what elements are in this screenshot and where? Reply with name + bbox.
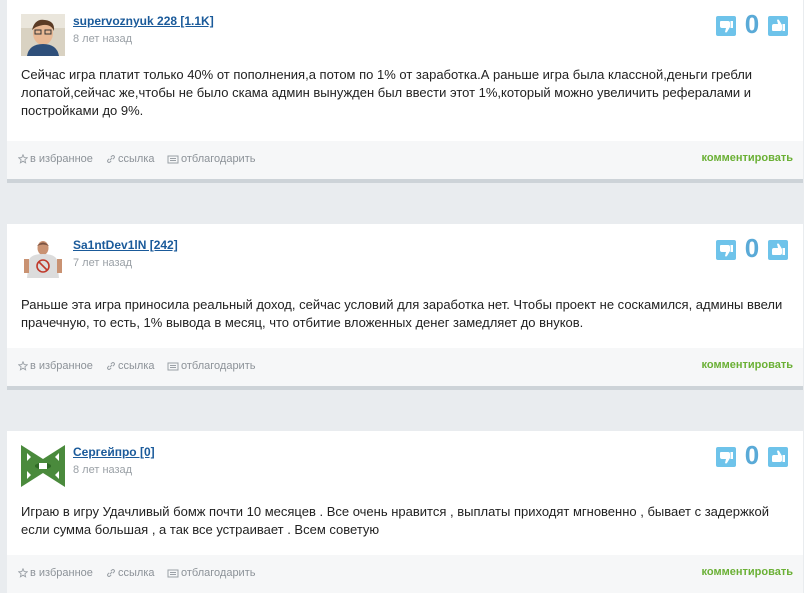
thumbs-down-icon: [720, 21, 733, 33]
username-link[interactable]: supervoznyuk 228 [1.1K]: [73, 14, 214, 28]
review-actions: в избранное ссылка отблагодарить коммент…: [7, 555, 803, 593]
thank-link[interactable]: отблагодарить: [167, 567, 255, 579]
review-actions: в избранное ссылка отблагодарить коммент…: [7, 141, 803, 179]
link-label: ссылка: [118, 360, 155, 372]
username-link[interactable]: Сергейпро [0]: [73, 445, 155, 459]
vote-score: 0: [744, 440, 760, 470]
thank-label: отблагодарить: [181, 153, 256, 165]
thank-icon: [167, 362, 179, 371]
comment-button[interactable]: комментировать: [702, 566, 793, 578]
star-icon: [18, 154, 28, 164]
dislike-button[interactable]: [716, 16, 736, 36]
link-icon: [107, 569, 115, 577]
star-icon: [18, 361, 28, 371]
thank-label: отблагодарить: [181, 360, 256, 372]
add-to-favorites-link[interactable]: в избранное: [18, 360, 93, 372]
thank-icon: [167, 569, 179, 578]
like-button[interactable]: [768, 447, 788, 467]
permalink[interactable]: ссылка: [106, 567, 155, 579]
review-actions: в избранное ссылка отблагодарить коммент…: [7, 348, 803, 386]
link-label: ссылка: [118, 567, 155, 579]
add-to-favorites-link[interactable]: в избранное: [18, 567, 93, 579]
username-link[interactable]: Sa1ntDev1lN [242]: [73, 238, 178, 252]
thumbs-up-icon: [772, 19, 785, 31]
thank-icon: [167, 155, 179, 164]
review-text: Играю в игру Удачливый бомж почти 10 мес…: [21, 504, 769, 537]
timestamp: 8 лет назад: [73, 33, 133, 45]
timestamp: 7 лет назад: [73, 257, 133, 269]
dislike-button[interactable]: [716, 447, 736, 467]
thumbs-down-icon: [720, 452, 733, 464]
link-label: ссылка: [118, 153, 155, 165]
permalink[interactable]: ссылка: [106, 360, 155, 372]
avatar[interactable]: [21, 14, 65, 56]
link-icon: [107, 362, 115, 370]
vote-score: 0: [744, 233, 760, 263]
thumbs-down-icon: [720, 245, 733, 257]
thank-link[interactable]: отблагодарить: [167, 153, 255, 165]
review-card: Sa1ntDev1lN [242] 7 лет назад 0 Раньше э…: [7, 224, 803, 390]
thumbs-up-icon: [772, 450, 785, 462]
comment-button[interactable]: комментировать: [702, 152, 793, 164]
like-button[interactable]: [768, 240, 788, 260]
thank-link[interactable]: отблагодарить: [167, 360, 255, 372]
thank-label: отблагодарить: [181, 567, 256, 579]
timestamp: 8 лет назад: [73, 464, 133, 476]
favorite-label: в избранное: [30, 567, 93, 579]
like-button[interactable]: [768, 16, 788, 36]
vote-score: 0: [744, 9, 760, 39]
review-header: Сергейпро [0] 8 лет назад 0: [7, 431, 803, 499]
comment-button[interactable]: комментировать: [702, 359, 793, 371]
favorite-label: в избранное: [30, 153, 93, 165]
review-text: Сейчас игра платит только 40% от пополне…: [21, 67, 753, 118]
review-card: Сергейпро [0] 8 лет назад 0 Играю в игру…: [7, 431, 803, 593]
avatar[interactable]: [21, 445, 65, 487]
star-icon: [18, 568, 28, 578]
favorite-label: в избранное: [30, 360, 93, 372]
review-header: Sa1ntDev1lN [242] 7 лет назад 0: [7, 224, 803, 292]
review-header: supervoznyuk 228 [1.1K] 8 лет назад 0: [7, 0, 803, 62]
review-card: supervoznyuk 228 [1.1K] 8 лет назад 0 Се…: [7, 0, 803, 183]
review-text: Раньше эта игра приносила реальный доход…: [21, 297, 783, 330]
thumbs-up-icon: [772, 243, 785, 255]
avatar[interactable]: [21, 238, 65, 280]
add-to-favorites-link[interactable]: в избранное: [18, 153, 93, 165]
link-icon: [107, 155, 115, 163]
permalink[interactable]: ссылка: [106, 153, 155, 165]
dislike-button[interactable]: [716, 240, 736, 260]
